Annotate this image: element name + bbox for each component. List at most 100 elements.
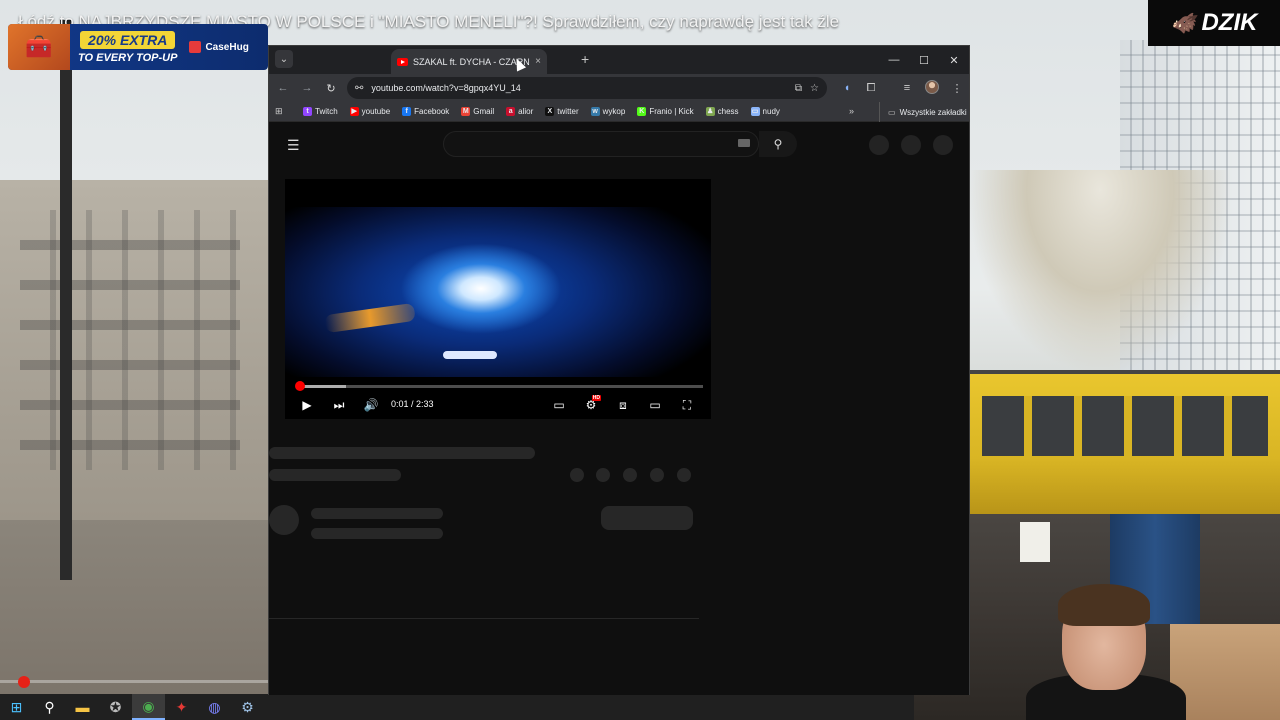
sponsor-brand-label: CaseHug (205, 41, 249, 53)
player-controls: ▶ ⏭ 🔊 0:01 / 2:33 ▭ ⚙ HD ⧈ ▭ ⛶ (285, 393, 711, 417)
account-placeholder[interactable] (933, 135, 953, 155)
bookmark-favicon-icon: f (402, 107, 412, 116)
new-tab-button[interactable]: + (581, 51, 589, 67)
bookmark-favicon-icon: M (461, 107, 471, 116)
windows-start-icon[interactable]: ⊞ (0, 694, 33, 720)
play-button[interactable]: ▶ (295, 395, 319, 415)
reload-button[interactable]: ↻ (323, 80, 339, 96)
bookmark-item[interactable]: f Facebook (402, 107, 449, 116)
section-divider (269, 618, 699, 619)
all-bookmarks-folder[interactable]: ▭ Wszystkie zakładki (879, 102, 967, 122)
progress-scrubber[interactable] (294, 381, 305, 391)
volume-icon: 🔊 (363, 398, 379, 412)
bookmark-favicon-icon: ▭ (750, 107, 760, 116)
bookmark-favicon-icon: K (637, 107, 647, 116)
search-input[interactable] (443, 131, 759, 157)
bookmark-item[interactable]: w wykop (590, 107, 626, 116)
bookmark-item[interactable]: M Gmail (461, 107, 494, 116)
sponsor-brand: CaseHug (189, 41, 249, 53)
search-icon[interactable]: ⚲ (33, 694, 66, 720)
file-explorer-icon[interactable]: ▬ (66, 694, 99, 720)
profile-avatar[interactable] (925, 80, 939, 94)
app-red-icon[interactable]: ✦ (165, 694, 198, 720)
bookmark-item[interactable]: ▶ youtube (349, 107, 391, 116)
action-skeleton (570, 468, 584, 482)
title-skeleton-2 (269, 469, 401, 481)
progress-bar[interactable] (294, 381, 703, 391)
youtube-favicon-icon (397, 57, 408, 66)
app-icon[interactable]: ✪ (99, 694, 132, 720)
subtitles-button[interactable]: ▭ (547, 395, 571, 415)
sponsor-banner[interactable]: 🧰 20% EXTRA TO EVERY TOP-UP CaseHug (8, 24, 268, 70)
bookmark-label: youtube (361, 107, 391, 116)
minimize-button[interactable]: — (879, 46, 909, 74)
bookmark-item[interactable]: ♟ chess (705, 107, 739, 116)
stream-scrub-handle[interactable] (18, 676, 31, 688)
webcam-bed (1170, 624, 1280, 720)
chrome-icon[interactable]: ◉ (132, 694, 165, 720)
create-button-placeholder[interactable] (869, 135, 889, 155)
windows-taskbar: ⊞ ⚲ ▬ ✪ ◉ ✦ ◍ ⚙ (0, 694, 914, 720)
tab-search-button[interactable]: ⌄ (275, 50, 293, 68)
maximize-button[interactable]: ☐ (909, 46, 939, 74)
address-bar[interactable]: ⚯ youtube.com/watch?v=8gpqx4YU_14 ⧉ ☆ (347, 77, 827, 99)
hamburger-icon[interactable]: ☰ (287, 137, 300, 154)
search-button[interactable]: ⚲ (759, 131, 797, 157)
media-controls-icon[interactable]: ≡ (899, 80, 915, 96)
site-settings-icon[interactable]: ⚯ (355, 83, 363, 94)
sponsor-sub: TO EVERY TOP-UP (78, 51, 178, 64)
video-frame[interactable] (285, 207, 711, 377)
theater-icon: ▭ (649, 398, 661, 412)
bookmark-label: alior (518, 107, 534, 116)
more-menu-icon[interactable]: ⋮ (949, 80, 965, 96)
miniplayer-button[interactable]: ⧈ (611, 395, 635, 415)
street-pole (60, 20, 72, 580)
miniplayer-icon: ⧈ (619, 397, 627, 412)
next-button[interactable]: ⏭ (327, 395, 351, 415)
back-button[interactable]: ← (275, 80, 291, 96)
bookmark-item[interactable]: K Franio | Kick (637, 107, 694, 116)
apps-grid-icon[interactable]: ⊞ (275, 106, 289, 117)
youtube-page: ☰ ⚲ ▶ ⏭ 🔊 0:01 / 2:33 ▭ ⚙ HD ⧈ ▭ ⛶ (269, 123, 969, 695)
folder-icon: ▭ (888, 107, 896, 117)
bookmark-item[interactable]: t Twitch (303, 107, 338, 116)
fullscreen-button[interactable]: ⛶ (675, 395, 699, 415)
steam-icon[interactable]: ⚙ (231, 694, 264, 720)
extensions-puzzle-icon[interactable]: ⧠ (863, 80, 879, 96)
bookmark-star-icon[interactable]: ☆ (810, 83, 819, 94)
extension-audio-icon[interactable]: ◖ (839, 80, 855, 96)
forward-button[interactable]: → (299, 80, 315, 96)
bookmark-label: wykop (602, 107, 626, 116)
action-skeleton (596, 468, 610, 482)
video-player[interactable]: ▶ ⏭ 🔊 0:01 / 2:33 ▭ ⚙ HD ⧈ ▭ ⛶ (285, 179, 711, 419)
bookmark-item[interactable]: a alior (506, 107, 533, 116)
install-app-icon[interactable]: ⧉ (795, 83, 802, 94)
action-skeleton (650, 468, 664, 482)
discord-like-icon[interactable]: ◍ (198, 694, 231, 720)
theater-mode-button[interactable]: ▭ (643, 395, 667, 415)
maximize-icon: ☐ (919, 54, 929, 67)
bookmark-favicon-icon: a (506, 107, 516, 116)
settings-button[interactable]: ⚙ HD (579, 395, 603, 415)
notifications-placeholder[interactable] (901, 135, 921, 155)
close-window-button[interactable]: ✕ (939, 46, 969, 74)
bookmark-favicon-icon: X (545, 107, 555, 116)
chevron-double-right-icon[interactable]: » (849, 106, 854, 116)
volume-button[interactable]: 🔊 (359, 395, 383, 415)
station-canopy (970, 170, 1230, 370)
bookmark-item[interactable]: Xtwitter (545, 107, 579, 116)
close-icon[interactable]: × (535, 56, 541, 67)
browser-toolbar: ← → ↻ ⚯ youtube.com/watch?v=8gpqx4YU_14 … (269, 74, 969, 102)
keyboard-icon[interactable] (738, 139, 750, 147)
subscribe-skeleton (601, 506, 693, 530)
stream-scrub-track[interactable] (0, 680, 268, 683)
bookmark-favicon-icon: ▶ (349, 107, 359, 116)
bookmark-item[interactable]: ▭ nudy (750, 107, 780, 116)
bookmark-label: Franio | Kick (649, 107, 694, 116)
url-text[interactable]: youtube.com/watch?v=8gpqx4YU_14 (371, 83, 787, 93)
tram (970, 370, 1280, 515)
building-left (0, 180, 268, 520)
video-light-bar (443, 351, 497, 359)
treasure-chest-icon: 🧰 (8, 24, 70, 70)
bookmarks-bar: ⊞ t Twitch ▶ youtube f Facebook M Gmail a alior Xt… (269, 102, 969, 122)
